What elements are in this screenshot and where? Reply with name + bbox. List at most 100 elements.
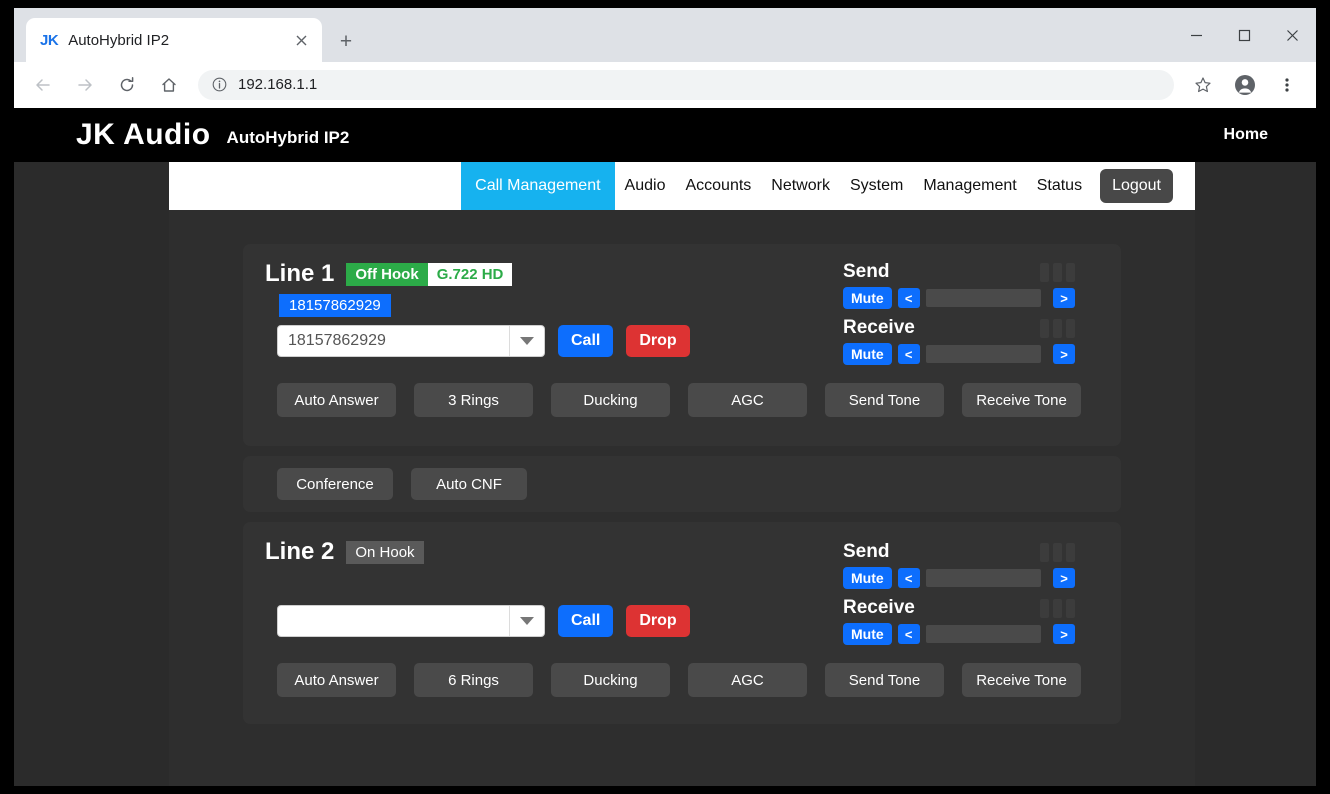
line1-receive-increase-button[interactable]: >	[1053, 344, 1075, 364]
line2-receive-decrease-button[interactable]: <	[897, 624, 920, 644]
browser-tab[interactable]: JK AutoHybrid IP2	[26, 18, 322, 62]
line1-caller-number: 18157862929	[279, 294, 391, 317]
tab-status[interactable]: Status	[1027, 162, 1092, 210]
line2-send-increase-button[interactable]: >	[1053, 568, 1075, 588]
line2-send-label: Send	[843, 541, 890, 562]
line1-codec-badge: G.722 HD	[427, 262, 513, 286]
line2-rings-button[interactable]: 6 Rings	[414, 663, 533, 697]
address-bar-url[interactable]: 192.168.1.1	[238, 76, 317, 93]
line2-call-button[interactable]: Call	[558, 605, 614, 637]
line2-agc-button[interactable]: AGC	[688, 663, 807, 697]
window-minimize-button[interactable]	[1172, 8, 1220, 62]
line1-number-dropdown[interactable]: 18157862929	[277, 325, 545, 357]
logout-button[interactable]: Logout	[1100, 169, 1173, 203]
line2-send-level-bar[interactable]	[925, 569, 1041, 587]
line2-option-buttons: Auto Answer 6 Rings Ducking AGC Send Ton…	[277, 663, 1099, 697]
chevron-down-icon[interactable]	[509, 606, 544, 636]
window-close-button[interactable]	[1268, 8, 1316, 62]
line2-send-mute-button[interactable]: Mute	[843, 567, 892, 589]
call-management-body: Line 1 Off Hook G.722 HD 18157862929 181…	[169, 210, 1195, 724]
line1-call-button[interactable]: Call	[558, 325, 614, 357]
browser-window: JK AutoHybrid IP2 + 192.168.1.1 JK Audio…	[14, 8, 1316, 786]
line1-title: Line 1	[265, 260, 335, 287]
browser-toolbar: 192.168.1.1	[14, 62, 1316, 108]
tab-accounts[interactable]: Accounts	[675, 162, 761, 210]
site-header: JK Audio AutoHybrid IP2 Home	[14, 108, 1316, 162]
nav-tab-bar: Call Management Audio Accounts Network S…	[169, 162, 1195, 210]
tab-network[interactable]: Network	[761, 162, 840, 210]
conference-button[interactable]: Conference	[277, 468, 393, 500]
line1-receive-tone-button[interactable]: Receive Tone	[962, 383, 1081, 417]
line2-badges: On Hook	[346, 540, 424, 564]
star-icon[interactable]	[1186, 68, 1220, 102]
line1-send-label: Send	[843, 261, 890, 282]
auto-cnf-button[interactable]: Auto CNF	[411, 468, 527, 500]
line1-receive-decrease-button[interactable]: <	[897, 344, 920, 364]
line1-send-level-bar[interactable]	[925, 289, 1041, 307]
forward-arrow-icon[interactable]	[68, 68, 102, 102]
line1-card: Line 1 Off Hook G.722 HD 18157862929 181…	[243, 244, 1121, 446]
home-icon[interactable]	[152, 68, 186, 102]
brand-logo: JK Audio	[76, 118, 211, 151]
line1-send-level-meter-icon	[1040, 262, 1075, 282]
line1-send-row: Send	[843, 260, 1075, 284]
line2-auto-answer-button[interactable]: Auto Answer	[277, 663, 396, 697]
line1-auto-answer-button[interactable]: Auto Answer	[277, 383, 396, 417]
line2-number-dropdown[interactable]	[277, 605, 545, 637]
tab-title: AutoHybrid IP2	[68, 31, 170, 49]
line1-send-mute-button[interactable]: Mute	[843, 287, 892, 309]
line1-send-increase-button[interactable]: >	[1053, 288, 1075, 308]
tab-management[interactable]: Management	[913, 162, 1026, 210]
line2-drop-button[interactable]: Drop	[626, 605, 690, 637]
back-arrow-icon[interactable]	[26, 68, 60, 102]
line2-receive-controls: Mute < >	[843, 623, 1075, 645]
new-tab-button[interactable]: +	[332, 28, 360, 56]
line2-receive-mute-button[interactable]: Mute	[843, 623, 892, 645]
line2-send-decrease-button[interactable]: <	[897, 568, 920, 588]
line1-send-controls: Mute < >	[843, 287, 1075, 309]
line2-send-controls: Mute < >	[843, 567, 1075, 589]
tab-audio[interactable]: Audio	[615, 162, 676, 210]
line1-receive-row: Receive	[843, 316, 1075, 340]
line2-receive-level-bar[interactable]	[925, 625, 1041, 643]
tab-favicon-icon: JK	[40, 31, 59, 49]
line1-send-tone-button[interactable]: Send Tone	[825, 383, 944, 417]
home-link[interactable]: Home	[1224, 126, 1268, 144]
line1-ducking-button[interactable]: Ducking	[551, 383, 670, 417]
conference-card: Conference Auto CNF	[243, 456, 1121, 512]
line1-agc-button[interactable]: AGC	[688, 383, 807, 417]
line1-audio-controls: Send Mute < > Receive Mute < >	[843, 260, 1075, 372]
three-dot-menu-icon[interactable]	[1270, 68, 1304, 102]
reload-icon[interactable]	[110, 68, 144, 102]
line2-audio-controls: Send Mute < > Receive Mute < >	[843, 540, 1075, 652]
web-page: JK Audio AutoHybrid IP2 Home Call Manage…	[14, 108, 1316, 786]
tab-call-management[interactable]: Call Management	[461, 162, 615, 210]
line2-ducking-button[interactable]: Ducking	[551, 663, 670, 697]
content-panel: Call Management Audio Accounts Network S…	[169, 162, 1195, 786]
profile-avatar-icon[interactable]	[1228, 68, 1262, 102]
address-bar[interactable]: 192.168.1.1	[198, 69, 1174, 100]
line1-drop-button[interactable]: Drop	[626, 325, 690, 357]
line2-receive-level-meter-icon	[1040, 598, 1075, 618]
line2-send-row: Send	[843, 540, 1075, 564]
tab-close-icon[interactable]	[290, 29, 312, 51]
tab-system[interactable]: System	[840, 162, 913, 210]
site-info-icon[interactable]	[210, 76, 228, 94]
line1-receive-level-meter-icon	[1040, 318, 1075, 338]
line2-hook-status-badge: On Hook	[346, 540, 424, 564]
line1-rings-button[interactable]: 3 Rings	[414, 383, 533, 417]
line2-send-level-meter-icon	[1040, 542, 1075, 562]
window-controls	[1172, 8, 1316, 62]
line1-receive-mute-button[interactable]: Mute	[843, 343, 892, 365]
chevron-down-icon[interactable]	[509, 326, 544, 356]
line2-receive-row: Receive	[843, 596, 1075, 620]
line2-send-tone-button[interactable]: Send Tone	[825, 663, 944, 697]
line1-number-value[interactable]: 18157862929	[278, 332, 509, 350]
line2-receive-tone-button[interactable]: Receive Tone	[962, 663, 1081, 697]
line2-receive-increase-button[interactable]: >	[1053, 624, 1075, 644]
line1-receive-level-bar[interactable]	[925, 345, 1041, 363]
device-model-label: AutoHybrid IP2	[226, 128, 350, 147]
line1-send-decrease-button[interactable]: <	[897, 288, 920, 308]
window-maximize-button[interactable]	[1220, 8, 1268, 62]
line2-card: Line 2 On Hook Call Drop Send Mute < > R…	[243, 522, 1121, 724]
